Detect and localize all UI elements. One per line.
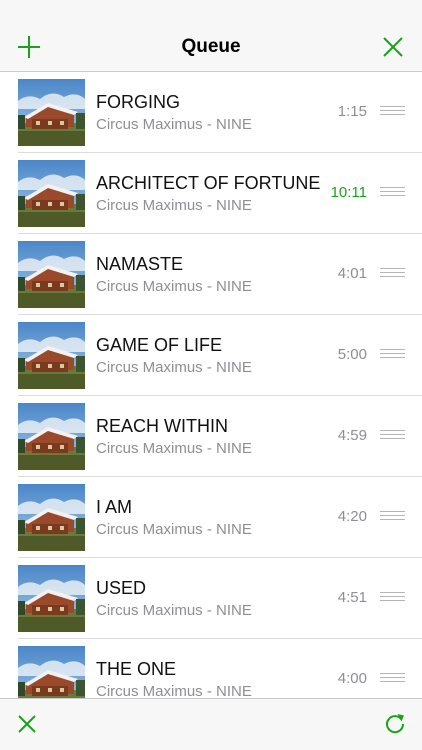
repeat-icon: [386, 714, 405, 734]
song-duration: 10:11: [330, 184, 367, 201]
queue-row[interactable]: FORGING Circus Maximus - NINE 1:15: [0, 72, 422, 153]
queue-screen: Queue FORGING Circus Maximus - NINE 1:15…: [0, 0, 422, 750]
song-artist-album: Circus Maximus - NINE: [96, 683, 252, 698]
song-artist-album: Circus Maximus - NINE: [96, 440, 252, 457]
song-artist-album: Circus Maximus - NINE: [96, 521, 252, 538]
song-artist-album: Circus Maximus - NINE: [96, 602, 252, 619]
clear-queue-button[interactable]: [14, 711, 40, 737]
album-art-image: [18, 403, 85, 470]
song-duration: 4:51: [337, 589, 367, 606]
queue-row[interactable]: REACH WITHIN Circus Maximus - NINE 4:59: [0, 396, 422, 477]
song-title: ARCHITECT OF FORTUNE: [96, 173, 321, 193]
queue-list[interactable]: FORGING Circus Maximus - NINE 1:15 ARCHI…: [0, 72, 422, 698]
reorder-handle-icon[interactable]: [380, 268, 405, 280]
song-artist-album: Circus Maximus - NINE: [96, 278, 252, 295]
queue-row[interactable]: USED Circus Maximus - NINE 4:51: [0, 558, 422, 639]
song-title: REACH WITHIN: [96, 416, 228, 436]
song-duration: 5:00: [337, 346, 367, 363]
close-button[interactable]: [380, 34, 406, 60]
reorder-handle-icon[interactable]: [380, 673, 405, 685]
song-duration: 1:15: [337, 103, 367, 120]
album-art: [18, 79, 85, 146]
queue-row[interactable]: ARCHITECT OF FORTUNE Circus Maximus - NI…: [0, 153, 422, 234]
song-title: FORGING: [96, 92, 180, 112]
song-title: NAMASTE: [96, 254, 184, 274]
close-icon: [18, 715, 36, 733]
song-artist-album: Circus Maximus - NINE: [96, 197, 252, 214]
navigation-bar: Queue: [0, 0, 422, 72]
reorder-handle-icon[interactable]: [380, 511, 405, 523]
album-art: [18, 565, 85, 632]
repeat-button[interactable]: [382, 711, 408, 737]
close-icon: [383, 37, 403, 57]
song-title: USED: [96, 578, 147, 598]
song-duration: 4:00: [337, 670, 367, 687]
song-title: I AM: [96, 497, 133, 517]
album-art-image: [18, 241, 85, 308]
album-art: [18, 160, 85, 227]
queue-row[interactable]: I AM Circus Maximus - NINE 4:20: [0, 477, 422, 558]
album-art: [18, 403, 85, 470]
album-art-image: [18, 484, 85, 551]
song-duration: 4:01: [337, 265, 367, 282]
album-art-image: [18, 565, 85, 632]
album-art-image: [18, 160, 85, 227]
album-art: [18, 241, 85, 308]
song-duration: 4:59: [337, 427, 367, 444]
reorder-handle-icon[interactable]: [380, 430, 405, 442]
song-artist-album: Circus Maximus - NINE: [96, 116, 252, 133]
album-art: [18, 484, 85, 551]
album-art-image: [18, 79, 85, 146]
reorder-handle-icon[interactable]: [380, 349, 405, 361]
bottom-toolbar: [0, 698, 422, 750]
album-art-image: [18, 646, 85, 698]
queue-row[interactable]: THE ONE Circus Maximus - NINE 4:00: [0, 639, 422, 698]
queue-row[interactable]: NAMASTE Circus Maximus - NINE 4:01: [0, 234, 422, 315]
reorder-handle-icon[interactable]: [380, 106, 405, 118]
album-art: [18, 646, 85, 698]
album-art-image: [18, 322, 85, 389]
album-art: [18, 322, 85, 389]
song-title: GAME OF LIFE: [96, 335, 223, 355]
song-artist-album: Circus Maximus - NINE: [96, 359, 252, 376]
song-title: THE ONE: [96, 659, 177, 679]
reorder-handle-icon[interactable]: [380, 592, 405, 604]
song-duration: 4:20: [337, 508, 367, 525]
page-title: Queue: [181, 36, 241, 57]
queue-row[interactable]: GAME OF LIFE Circus Maximus - NINE 5:00: [0, 315, 422, 396]
reorder-handle-icon[interactable]: [380, 187, 405, 199]
